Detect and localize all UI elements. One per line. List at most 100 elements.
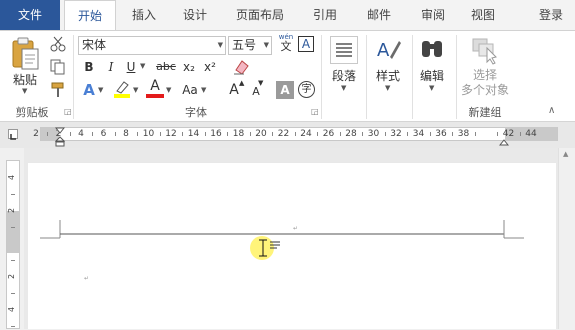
grow-font-caret-icon: ▲: [239, 79, 245, 87]
tab-references[interactable]: 引用: [305, 0, 345, 30]
ruler-tick: [272, 132, 274, 136]
ruler-tick: [204, 132, 206, 136]
italic-button[interactable]: I: [102, 58, 120, 76]
ruler-tick: [519, 132, 521, 136]
separator: [366, 35, 367, 119]
ruler-number: 12: [165, 129, 177, 139]
font-size-value: 五号: [232, 38, 257, 52]
styles-label: 样式: [375, 69, 400, 83]
clipboard-group-label: 剪贴板: [15, 106, 49, 119]
tab-file[interactable]: 文件: [0, 0, 60, 30]
clipboard-launcher-icon[interactable]: ◲: [64, 107, 72, 116]
enclose-characters-button[interactable]: 字: [298, 81, 315, 98]
font-color-swatch: [146, 94, 164, 98]
vertical-ruler[interactable]: 4 2 2 4: [6, 160, 20, 329]
tab-insert[interactable]: 插入: [124, 0, 164, 30]
text-effects-button[interactable]: A: [80, 81, 98, 99]
separator: [321, 35, 322, 119]
tab-home[interactable]: 开始: [64, 0, 116, 30]
subscript-button[interactable]: x₂: [180, 58, 198, 76]
highlight-color-icon[interactable]: [112, 79, 132, 99]
ruler-tick: [452, 132, 454, 136]
editing-button[interactable]: [418, 35, 446, 63]
paste-dropdown-icon[interactable]: ▼: [22, 87, 27, 95]
select-objects-button[interactable]: [470, 35, 500, 65]
font-launcher-icon[interactable]: ◲: [311, 107, 319, 116]
tab-mailings[interactable]: 邮件: [359, 0, 399, 30]
paste-icon: [12, 37, 39, 70]
bold-button[interactable]: B: [80, 58, 98, 76]
ruler-tick: [92, 132, 94, 136]
select-objects-label-line2: 多个对象: [460, 83, 509, 97]
phonetic-guide-button[interactable]: wén 文: [276, 33, 296, 55]
ruler-number: 16: [210, 129, 222, 139]
chevron-down-icon[interactable]: ▼: [98, 86, 103, 94]
scroll-up-icon[interactable]: ▲: [563, 150, 568, 158]
chevron-down-icon[interactable]: ▼: [166, 86, 171, 94]
font-size-combo[interactable]: 五号 ▼: [228, 36, 272, 55]
copy-icon[interactable]: [49, 58, 67, 76]
collapse-ribbon-icon[interactable]: ∧: [548, 105, 555, 116]
ruler-number: 18: [232, 129, 245, 139]
horizontal-ruler-row: 2 2 4 6 8 10 12 14 16 18 20 22 24 26 28 30 32 34 36 38 42 44: [0, 122, 575, 148]
character-shading-button[interactable]: A: [276, 81, 294, 99]
font-color-letter: A: [150, 78, 160, 94]
tab-review[interactable]: 审阅: [413, 0, 453, 30]
chevron-down-icon[interactable]: ▼: [140, 62, 145, 70]
chevron-down-icon[interactable]: ▼: [264, 37, 269, 54]
ribbon: 粘贴 ▼ 剪贴板 ◲ 宋体 ▼ 五号 ▼ wén 文 A B I U ▼ abc…: [0, 30, 575, 122]
chevron-down-icon[interactable]: ▼: [341, 84, 346, 92]
chevron-down-icon[interactable]: ▼: [218, 37, 223, 54]
ruler-tick: [137, 132, 139, 136]
ruler-tick: [339, 132, 341, 136]
login-link[interactable]: 登录: [539, 0, 575, 30]
paragraph-icon: [336, 43, 352, 57]
binoculars-icon: [422, 41, 442, 57]
chevron-down-icon[interactable]: ▼: [133, 86, 138, 94]
tab-view[interactable]: 视图: [463, 0, 503, 30]
format-painter-icon[interactable]: [49, 81, 67, 99]
change-case-button[interactable]: Aa: [180, 81, 200, 99]
font-color-button[interactable]: A: [146, 79, 164, 99]
chevron-down-icon[interactable]: ▼: [429, 84, 434, 92]
ruler-number: 32: [390, 129, 402, 139]
paragraph-label: 段落: [331, 69, 356, 83]
vertical-ruler-tick: [11, 292, 15, 294]
character-border-button[interactable]: A: [298, 36, 314, 52]
styles-button[interactable]: A: [374, 35, 402, 63]
text-cursor-icon: [256, 238, 270, 258]
ruler-tick: [182, 132, 184, 136]
separator: [456, 35, 457, 119]
ruler-number: 4: [78, 129, 84, 139]
underline-button[interactable]: U: [122, 58, 140, 76]
ruler-number: 24: [300, 129, 312, 139]
vertical-ruler-ticks: 4 2 2 4: [7, 161, 21, 330]
separator: [412, 35, 413, 119]
ruler-number: 26: [322, 129, 335, 139]
superscript-button[interactable]: x²: [201, 58, 219, 76]
shrink-font-caret-icon: ▼: [258, 79, 264, 87]
ruler-tick: [114, 132, 116, 136]
select-objects-label-line1: 选择: [472, 68, 497, 82]
paragraph-button[interactable]: [330, 36, 358, 64]
document-page[interactable]: ↵ ↵: [28, 162, 556, 329]
tab-design[interactable]: 设计: [175, 0, 215, 30]
strikethrough-button[interactable]: abc: [154, 58, 178, 76]
ruler-number: 30: [367, 129, 380, 139]
cut-icon[interactable]: [49, 35, 67, 53]
ruler-tick: [407, 132, 409, 136]
paste-button[interactable]: [8, 37, 42, 71]
separator: [73, 35, 74, 119]
ruler-number: 2: [33, 129, 39, 139]
chevron-down-icon[interactable]: ▼: [201, 86, 206, 94]
vertical-scrollbar[interactable]: ▲: [558, 148, 575, 329]
font-name-combo[interactable]: 宋体 ▼: [78, 36, 226, 55]
tab-page-layout[interactable]: 页面布局: [230, 0, 290, 30]
clear-formatting-icon[interactable]: [232, 58, 250, 76]
ruler-tick: [362, 132, 364, 136]
chevron-down-icon[interactable]: ▼: [385, 84, 390, 92]
styles-icon: A: [377, 40, 401, 61]
vertical-ruler-tick: [11, 325, 15, 327]
vertical-ruler-number: 2: [7, 207, 17, 214]
vertical-ruler-tick: [11, 193, 15, 195]
